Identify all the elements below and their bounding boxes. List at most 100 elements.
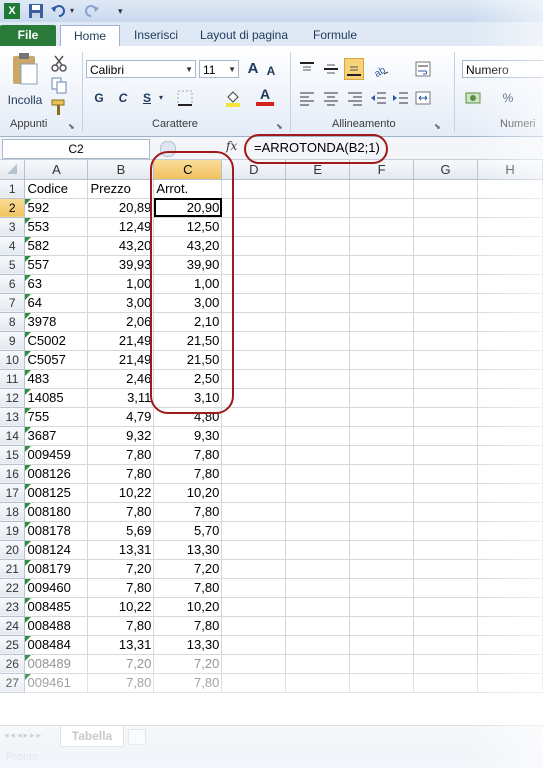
row-header[interactable]: 19 <box>0 521 26 541</box>
cell-prezzo[interactable]: 5,69 <box>87 521 155 541</box>
cell-prezzo[interactable]: 7,80 <box>87 445 155 465</box>
empty-cell[interactable] <box>413 521 479 541</box>
empty-cell[interactable] <box>221 464 287 484</box>
empty-cell[interactable] <box>413 616 479 636</box>
alignment-launcher-icon[interactable]: ⬊ <box>434 122 444 132</box>
select-all-corner[interactable] <box>0 160 26 180</box>
empty-cell[interactable] <box>285 407 351 427</box>
empty-cell[interactable] <box>413 350 479 370</box>
cell-arrot[interactable]: 7,80 <box>153 673 223 693</box>
cell-codice[interactable]: 008126 <box>24 464 89 484</box>
column-header-b[interactable]: B <box>87 160 155 180</box>
row-header[interactable]: 4 <box>0 236 26 256</box>
font-size-combo[interactable]: 11 ▼ <box>199 60 239 78</box>
cell-codice[interactable]: 008180 <box>24 502 89 522</box>
empty-cell[interactable] <box>349 198 415 218</box>
empty-cell[interactable] <box>285 217 351 237</box>
cell-codice[interactable]: 008125 <box>24 483 89 503</box>
row-header[interactable]: 7 <box>0 293 26 313</box>
empty-cell[interactable] <box>221 426 287 446</box>
excel-icon[interactable]: X <box>4 3 20 19</box>
column-header-a[interactable]: A <box>24 160 89 180</box>
row-header[interactable]: 11 <box>0 369 26 389</box>
redo-icon[interactable] <box>84 3 100 19</box>
empty-cell[interactable] <box>413 445 479 465</box>
cell-prezzo[interactable]: 39,93 <box>87 255 155 275</box>
empty-cell[interactable] <box>413 274 479 294</box>
cell-prezzo[interactable]: 43,20 <box>87 236 155 256</box>
row-header[interactable]: 13 <box>0 407 26 427</box>
empty-cell[interactable] <box>285 274 351 294</box>
clipboard-launcher-icon[interactable]: ⬊ <box>68 122 78 132</box>
cell-prezzo[interactable]: 10,22 <box>87 597 155 617</box>
empty-cell[interactable] <box>349 179 415 199</box>
row-header[interactable]: 10 <box>0 350 26 370</box>
empty-cell[interactable] <box>349 217 415 237</box>
cell-prezzo[interactable]: 7,20 <box>87 654 155 674</box>
empty-cell[interactable] <box>477 597 543 617</box>
empty-cell[interactable] <box>349 559 415 579</box>
empty-cell[interactable] <box>413 597 479 617</box>
empty-cell[interactable] <box>413 464 479 484</box>
cell-codice[interactable]: 582 <box>24 236 89 256</box>
empty-cell[interactable] <box>413 255 479 275</box>
cell-codice[interactable]: 009459 <box>24 445 89 465</box>
empty-cell[interactable] <box>413 578 479 598</box>
insert-function-icon[interactable]: fx <box>226 139 237 153</box>
cell-arrot[interactable]: 7,80 <box>153 578 223 598</box>
empty-cell[interactable] <box>285 654 351 674</box>
empty-cell[interactable] <box>413 236 479 256</box>
save-icon[interactable] <box>28 3 44 19</box>
wrap-text-icon[interactable] <box>414 60 432 78</box>
empty-cell[interactable] <box>349 426 415 446</box>
cell-codice[interactable]: 008124 <box>24 540 89 560</box>
row-header[interactable]: 25 <box>0 635 26 655</box>
empty-cell[interactable] <box>349 540 415 560</box>
empty-cell[interactable] <box>285 616 351 636</box>
empty-cell[interactable] <box>477 578 543 598</box>
decrease-indent-icon[interactable] <box>370 89 388 107</box>
empty-cell[interactable] <box>285 426 351 446</box>
accounting-format-icon[interactable] <box>464 89 482 107</box>
copy-icon[interactable] <box>50 76 68 94</box>
font-color-button[interactable]: A <box>256 86 274 106</box>
empty-cell[interactable] <box>221 597 287 617</box>
empty-cell[interactable] <box>221 616 287 636</box>
bold-button[interactable]: G <box>90 89 108 107</box>
cell-prezzo[interactable]: 21,49 <box>87 350 155 370</box>
empty-cell[interactable] <box>413 179 479 199</box>
customize-toolbar-icon[interactable]: ▾ <box>118 3 134 19</box>
row-header[interactable]: 22 <box>0 578 26 598</box>
italic-button[interactable]: C <box>114 89 132 107</box>
empty-cell[interactable] <box>477 388 543 408</box>
cell-codice[interactable]: 755 <box>24 407 89 427</box>
insert-sheet-icon[interactable] <box>128 729 146 745</box>
cell-prezzo[interactable]: 10,22 <box>87 483 155 503</box>
cell-codice[interactable]: 009461 <box>24 673 89 693</box>
cell-arrot[interactable]: 13,30 <box>153 540 223 560</box>
worksheet-grid[interactable]: A B C D E F G H 1 Codice Prezzo Arrot. 2 592 2… <box>0 160 543 725</box>
row-header[interactable]: 17 <box>0 483 26 503</box>
row-header[interactable]: 16 <box>0 464 26 484</box>
number-format-combo[interactable]: Numero <box>462 60 543 78</box>
empty-cell[interactable] <box>221 445 287 465</box>
empty-cell[interactable] <box>349 654 415 674</box>
empty-cell[interactable] <box>285 597 351 617</box>
empty-cell[interactable] <box>477 483 543 503</box>
row-header[interactable]: 21 <box>0 559 26 579</box>
empty-cell[interactable] <box>221 559 287 579</box>
cell-prezzo[interactable]: 7,20 <box>87 559 155 579</box>
empty-cell[interactable] <box>413 673 479 693</box>
empty-cell[interactable] <box>285 293 351 313</box>
cell-codice[interactable]: 008489 <box>24 654 89 674</box>
tab-insert[interactable]: Inserisci <box>128 25 184 46</box>
empty-cell[interactable] <box>477 502 543 522</box>
empty-cell[interactable] <box>221 635 287 655</box>
empty-cell[interactable] <box>477 426 543 446</box>
empty-cell[interactable] <box>413 426 479 446</box>
empty-cell[interactable] <box>349 521 415 541</box>
empty-cell[interactable] <box>477 369 543 389</box>
cell-arrot[interactable]: 10,20 <box>153 597 223 617</box>
empty-cell[interactable] <box>221 502 287 522</box>
cell-codice[interactable]: C5057 <box>24 350 89 370</box>
